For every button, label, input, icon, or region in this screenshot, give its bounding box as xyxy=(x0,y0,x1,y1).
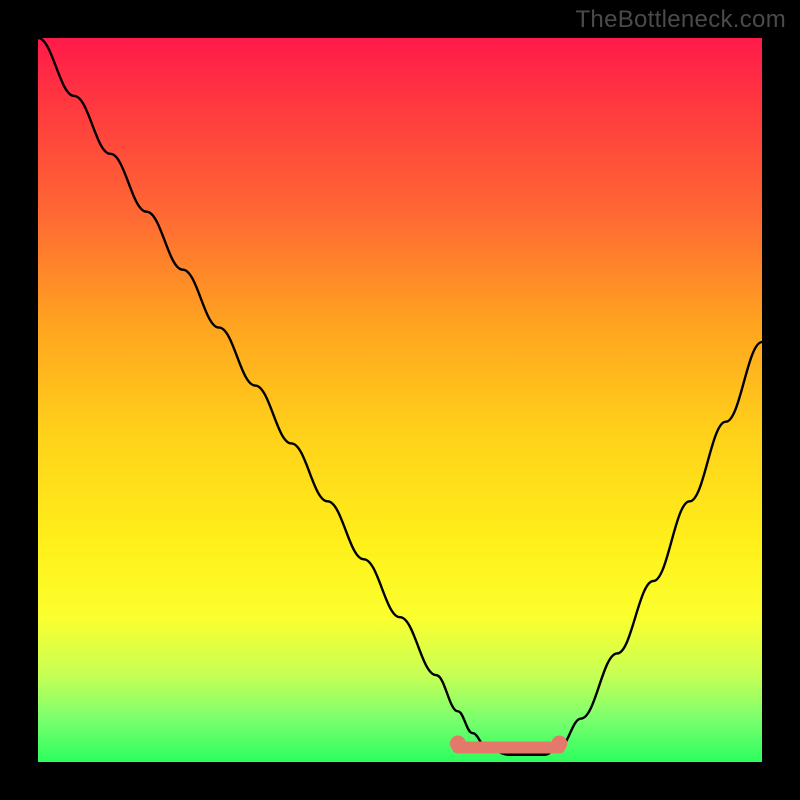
bottleneck-curve xyxy=(38,38,762,755)
chart-frame: TheBottleneck.com xyxy=(0,0,800,800)
chart-svg xyxy=(38,38,762,762)
optimal-band-left-dot xyxy=(450,736,466,752)
plot-area xyxy=(38,38,762,762)
watermark-text: TheBottleneck.com xyxy=(575,6,786,34)
optimal-band-right-dot xyxy=(551,736,567,752)
